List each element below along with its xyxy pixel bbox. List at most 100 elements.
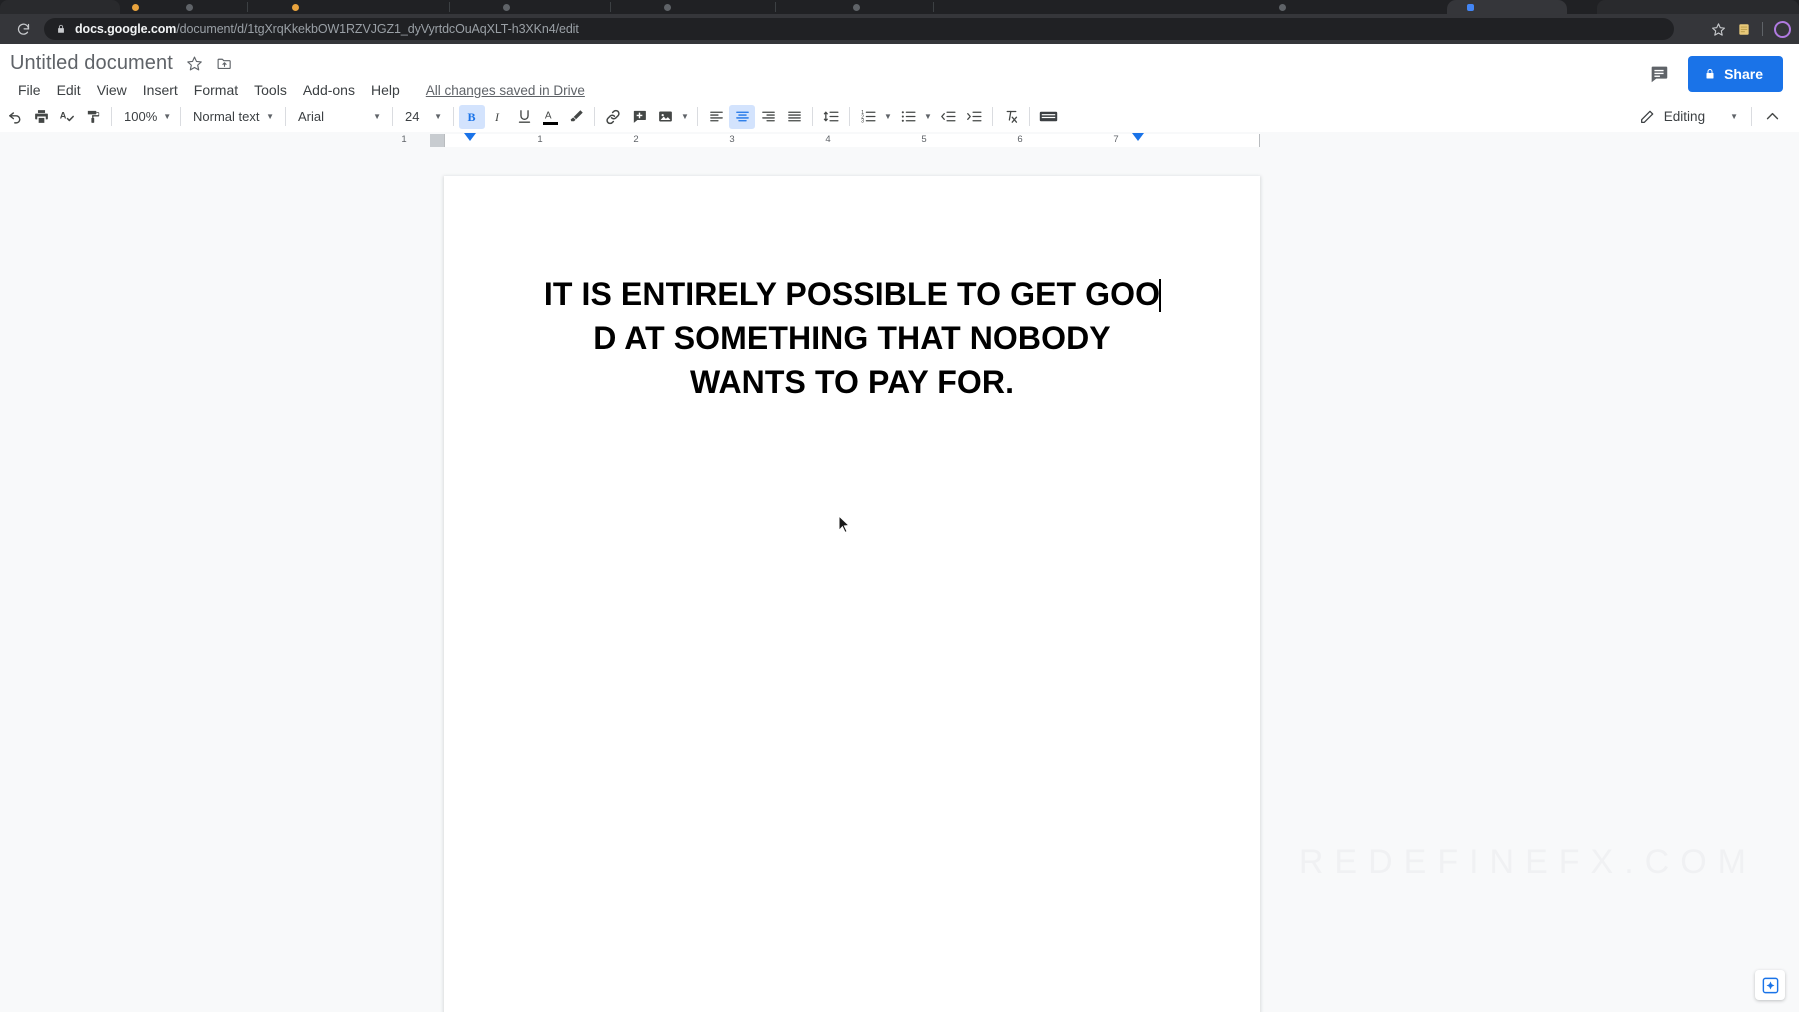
star-icon[interactable] xyxy=(186,55,203,72)
browser-actions xyxy=(1711,20,1791,38)
document-canvas[interactable]: IT IS ENTIRELY POSSIBLE TO GET GOO D AT S… xyxy=(0,149,1799,1012)
link-icon[interactable] xyxy=(600,105,626,129)
chevron-down-icon: ▼ xyxy=(266,112,274,121)
paint-format-icon[interactable] xyxy=(80,105,106,129)
reload-icon[interactable] xyxy=(12,18,34,40)
tab-favicon-icon xyxy=(503,4,510,11)
menu-item-format[interactable]: Format xyxy=(186,80,246,100)
left-indent-marker[interactable] xyxy=(464,133,476,141)
document-paragraph[interactable]: IT IS ENTIRELY POSSIBLE TO GET GOO D AT S… xyxy=(540,272,1164,404)
align-right-icon[interactable] xyxy=(755,105,781,129)
chevron-down-icon: ▼ xyxy=(163,112,172,121)
profile-avatar-icon[interactable] xyxy=(1774,20,1791,38)
document-page[interactable]: IT IS ENTIRELY POSSIBLE TO GET GOO D AT S… xyxy=(444,176,1260,1012)
align-justify-icon[interactable] xyxy=(781,105,807,129)
ruler-number: 3 xyxy=(729,134,735,145)
tab-favicon-icon xyxy=(132,4,139,11)
tab-divider xyxy=(247,2,248,12)
browser-toolbar: docs.google.com/document/d/1tgXrqKkekbOW… xyxy=(0,14,1799,44)
align-center-icon[interactable] xyxy=(729,104,755,129)
line-spacing-icon[interactable] xyxy=(818,105,844,129)
menu-item-addons[interactable]: Add-ons xyxy=(295,80,363,100)
toolbar-divider xyxy=(1029,107,1030,126)
ruler-number: 4 xyxy=(825,134,831,145)
document-title[interactable]: Untitled document xyxy=(10,52,173,75)
browser-tab-strip[interactable] xyxy=(0,0,1799,14)
url-text: docs.google.com/document/d/1tgXrqKkekbOW… xyxy=(75,22,579,36)
print-icon[interactable] xyxy=(28,105,54,129)
lock-icon xyxy=(1704,67,1716,81)
insert-image-caret-icon[interactable]: ▼ xyxy=(678,105,692,129)
underline-button[interactable] xyxy=(511,105,537,129)
right-indent-marker[interactable] xyxy=(1132,133,1144,141)
move-to-folder-icon[interactable] xyxy=(216,55,233,72)
menu-item-insert[interactable]: Insert xyxy=(135,80,186,100)
menu-item-tools[interactable]: Tools xyxy=(246,80,295,100)
docs-toolbar: A 100% ▼ Normal text ▼ Arial ▼ 24 ▼ B I … xyxy=(0,101,1799,132)
bold-button[interactable]: B xyxy=(459,104,485,129)
editing-mode-label: Editing xyxy=(1663,109,1706,124)
document-body[interactable]: IT IS ENTIRELY POSSIBLE TO GET GOO D AT S… xyxy=(540,272,1164,404)
extension-icon[interactable] xyxy=(1737,22,1751,37)
italic-button[interactable]: I xyxy=(485,105,511,129)
ruler-track[interactable]: 1 1 2 3 4 5 6 7 xyxy=(401,132,1260,149)
watermark: REDEFINEFX.COM xyxy=(1298,843,1757,881)
toolbar-divider xyxy=(1751,107,1752,126)
pencil-icon xyxy=(1639,109,1655,125)
share-button-label: Share xyxy=(1724,66,1763,82)
highlight-icon[interactable] xyxy=(563,105,589,129)
ruler-number: 7 xyxy=(1113,134,1119,145)
ruler-left-margin xyxy=(430,134,444,147)
save-status-label[interactable]: All changes saved in Drive xyxy=(426,83,585,98)
tab-favicon-icon xyxy=(186,4,193,11)
paragraph-style-dropdown[interactable]: Normal text ▼ xyxy=(186,105,280,129)
font-family-dropdown[interactable]: Arial ▼ xyxy=(291,105,387,129)
ruler-number: 6 xyxy=(1017,134,1023,145)
browser-tab[interactable] xyxy=(0,0,120,14)
toolbar-divider xyxy=(285,107,286,126)
numbered-list-caret-icon[interactable]: ▼ xyxy=(881,105,895,129)
toolbar-divider xyxy=(180,107,181,126)
bulleted-list-caret-icon[interactable]: ▼ xyxy=(921,105,935,129)
toolbar-divider xyxy=(849,107,850,126)
numbered-list-icon[interactable]: 1 2 3 xyxy=(855,105,881,129)
more-options-icon[interactable] xyxy=(1035,105,1061,129)
toolbar-divider xyxy=(392,107,393,126)
svg-text:A: A xyxy=(59,111,66,121)
browser-tab[interactable] xyxy=(1597,0,1799,14)
editing-mode-chip[interactable]: Editing ▼ xyxy=(1633,104,1744,130)
comment-icon[interactable] xyxy=(1648,63,1670,85)
spellcheck-icon[interactable]: A xyxy=(54,105,80,129)
ruler[interactable]: 1 1 2 3 4 5 6 7 xyxy=(0,132,1799,149)
lock-icon xyxy=(56,23,66,35)
star-icon[interactable] xyxy=(1711,22,1726,37)
ruler-number: 1 xyxy=(401,134,407,145)
menu-item-view[interactable]: View xyxy=(89,80,135,100)
clear-formatting-icon[interactable] xyxy=(998,105,1024,129)
decrease-indent-icon[interactable] xyxy=(935,105,961,129)
text-color-button[interactable]: A xyxy=(537,105,563,129)
menu-item-file[interactable]: File xyxy=(10,80,49,100)
font-size-dropdown[interactable]: 24 ▼ xyxy=(398,105,448,129)
explore-button[interactable] xyxy=(1755,970,1785,1000)
font-family-value: Arial xyxy=(298,109,325,124)
menu-item-edit[interactable]: Edit xyxy=(49,80,89,100)
ruler-number: 2 xyxy=(633,134,639,145)
insert-image-icon[interactable] xyxy=(652,105,678,129)
menu-item-help[interactable]: Help xyxy=(363,80,408,100)
tab-favicon-icon xyxy=(292,4,299,11)
browser-tab-active[interactable] xyxy=(1447,0,1567,14)
address-bar[interactable]: docs.google.com/document/d/1tgXrqKkekbOW… xyxy=(44,18,1674,40)
toolbar-divider xyxy=(1762,22,1763,36)
align-left-icon[interactable] xyxy=(703,105,729,129)
add-comment-icon[interactable] xyxy=(626,105,652,129)
zoom-dropdown[interactable]: 100% ▼ xyxy=(117,105,175,129)
menu-bar: File Edit View Insert Format Tools Add-o… xyxy=(10,80,585,100)
chevron-up-icon[interactable] xyxy=(1759,105,1785,129)
bulleted-list-icon[interactable] xyxy=(895,105,921,129)
share-button[interactable]: Share xyxy=(1688,56,1783,92)
undo-icon[interactable] xyxy=(2,105,28,129)
font-size-value: 24 xyxy=(405,109,420,124)
increase-indent-icon[interactable] xyxy=(961,105,987,129)
ruler-number: 1 xyxy=(537,134,543,145)
